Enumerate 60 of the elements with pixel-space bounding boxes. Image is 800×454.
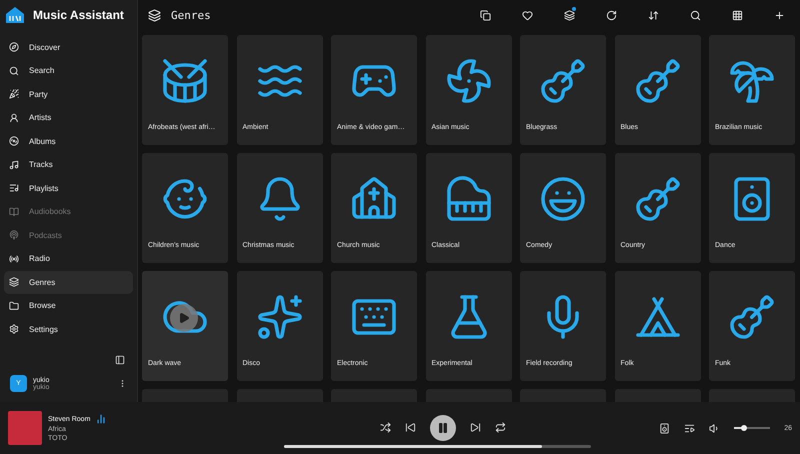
progress-track[interactable] <box>284 444 591 448</box>
pause-button[interactable] <box>430 414 456 440</box>
disc-icon <box>9 136 19 146</box>
radio-icon <box>9 254 19 264</box>
app-title: Music Assistant <box>33 8 124 22</box>
sidebar-item[interactable]: Tracks <box>4 154 133 176</box>
list-icon <box>9 183 19 194</box>
album-art <box>8 411 42 445</box>
note-icon <box>9 160 19 170</box>
sidebar-item[interactable]: Party <box>4 83 133 106</box>
compass-icon <box>9 42 19 52</box>
previous-button[interactable] <box>404 422 416 433</box>
refresh-icon <box>606 10 616 20</box>
guitar-icon <box>728 293 776 341</box>
sidebar-item[interactable]: Playlists <box>4 177 133 200</box>
sidebar-item[interactable]: Settings <box>4 318 133 340</box>
sidebar-item[interactable]: Genres <box>4 271 133 294</box>
grid-icon <box>732 10 742 20</box>
settings-icon <box>9 324 19 334</box>
guitar-icon <box>634 57 682 105</box>
guitar-icon <box>539 57 587 105</box>
next-button[interactable] <box>470 422 480 433</box>
user-icon <box>9 112 19 123</box>
sidebar-item[interactable]: Radio <box>4 248 133 270</box>
app-logo-icon <box>6 7 24 23</box>
folder-icon <box>9 300 19 311</box>
search-icon <box>9 66 19 76</box>
sidebar-item[interactable]: Discover <box>4 36 133 58</box>
sidebar-item[interactable]: Artists <box>4 106 133 129</box>
play-icon <box>178 312 190 324</box>
laugh-icon <box>539 175 587 223</box>
layers-icon <box>9 277 19 288</box>
sidebar-item[interactable]: Albums <box>4 130 133 152</box>
party-icon <box>9 89 19 100</box>
pause-icon <box>436 422 448 434</box>
drum-icon <box>161 57 209 105</box>
piano-icon <box>444 175 492 223</box>
sort-icon <box>648 10 658 20</box>
shuffle-button[interactable] <box>380 422 390 433</box>
panel-toggle-icon[interactable] <box>115 355 125 365</box>
heart-icon <box>522 10 532 20</box>
copy-icon <box>480 10 490 20</box>
layers-icon <box>148 8 161 22</box>
search-icon <box>690 10 700 20</box>
podcast-icon <box>9 230 19 240</box>
page-title: Genres <box>171 8 212 22</box>
book-icon <box>9 206 19 217</box>
repeat-button[interactable] <box>494 422 506 433</box>
sidebar-item[interactable]: Browse <box>4 294 133 317</box>
plus-icon <box>774 10 784 20</box>
sparkles-icon <box>256 293 304 341</box>
volume-button[interactable] <box>709 422 720 434</box>
sidebar-item[interactable]: Search <box>4 60 133 82</box>
queue-button[interactable] <box>684 422 696 434</box>
speaker-button[interactable] <box>659 422 670 434</box>
fan-icon <box>444 57 492 105</box>
layers-icon <box>564 10 574 20</box>
play-button[interactable] <box>170 304 198 332</box>
volume-thumb[interactable] <box>740 425 747 431</box>
guitar-icon <box>634 175 682 223</box>
